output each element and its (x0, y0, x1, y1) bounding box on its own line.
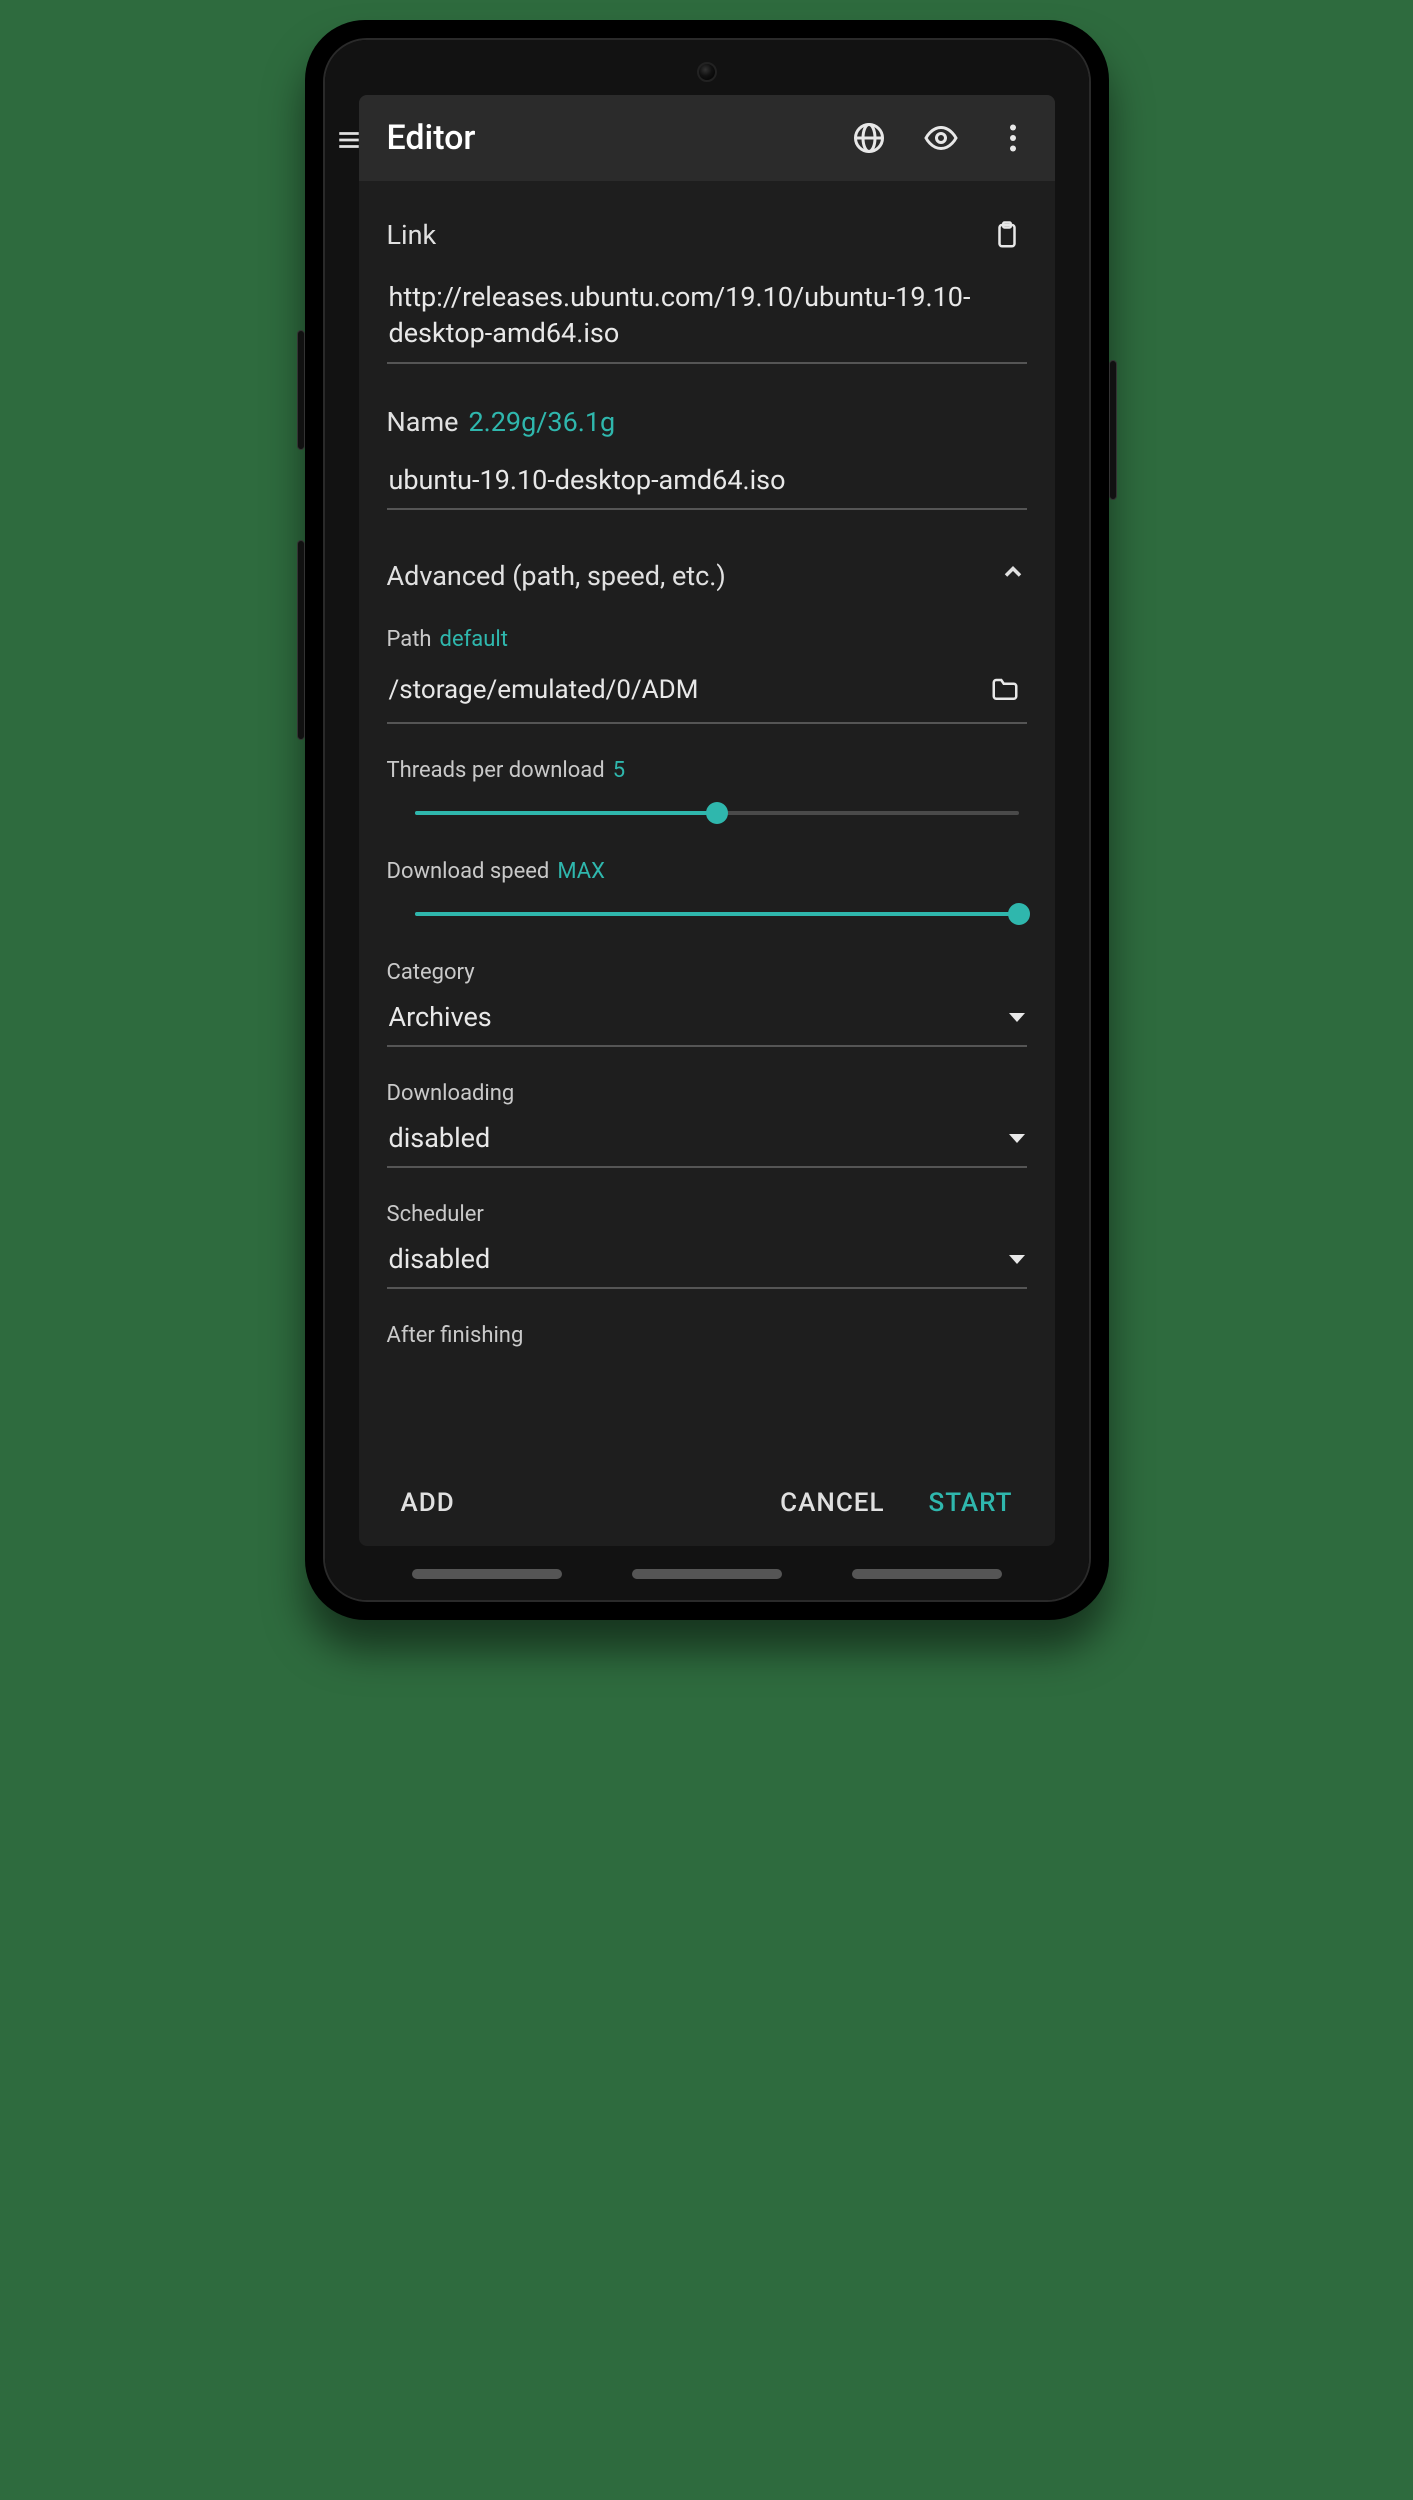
speed-slider[interactable] (415, 902, 1019, 926)
dialog-titlebar: Editor (359, 95, 1055, 181)
nav-back[interactable] (852, 1569, 1002, 1579)
speed-label-row: Download speed MAX (387, 859, 1027, 884)
name-label-row: Name 2.29g/36.1g (387, 406, 1027, 438)
path-input[interactable]: /storage/emulated/0/ADM (389, 675, 971, 705)
link-input[interactable]: http://releases.ubuntu.com/19.10/ubuntu-… (387, 275, 1027, 364)
caret-down-icon (1009, 1134, 1025, 1143)
hardware-button-bixby (297, 330, 305, 450)
start-button[interactable]: START (911, 1474, 1031, 1532)
dialog-title: Editor (387, 118, 829, 158)
category-label: Category (387, 960, 1027, 985)
hardware-button-volume (297, 540, 305, 740)
speed-value: MAX (557, 859, 605, 884)
downloading-dropdown[interactable]: disabled (387, 1114, 1027, 1168)
caret-down-icon (1009, 1013, 1025, 1022)
globe-icon[interactable] (837, 106, 901, 170)
link-label: Link (387, 219, 437, 251)
advanced-toggle[interactable]: Advanced (path, speed, etc.) (387, 558, 1027, 593)
cancel-button[interactable]: CANCEL (762, 1474, 902, 1532)
advanced-label: Advanced (path, speed, etc.) (387, 560, 726, 592)
link-label-row: Link (387, 215, 1027, 255)
threads-label: Threads per download (387, 758, 605, 783)
hardware-button-power (1109, 360, 1117, 500)
add-button[interactable]: ADD (383, 1474, 473, 1532)
folder-icon[interactable] (985, 670, 1025, 710)
path-hint: default (440, 627, 508, 652)
nav-recents[interactable] (412, 1569, 562, 1579)
android-nav-bar (325, 1556, 1089, 1592)
name-input[interactable]: ubuntu-19.10-desktop-amd64.iso (387, 458, 1027, 510)
scheduler-label: Scheduler (387, 1202, 1027, 1227)
threads-slider[interactable] (415, 801, 1019, 825)
threads-value: 5 (613, 758, 625, 783)
downloading-value: disabled (389, 1122, 491, 1154)
scheduler-dropdown[interactable]: disabled (387, 1235, 1027, 1289)
dialog-button-bar: ADD CANCEL START (359, 1460, 1055, 1546)
nav-home[interactable] (632, 1569, 782, 1579)
caret-down-icon (1009, 1255, 1025, 1264)
screen: Editor (325, 40, 1089, 1600)
path-label-row: Path default (387, 627, 1027, 652)
category-value: Archives (389, 1001, 492, 1033)
scheduler-value: disabled (389, 1243, 491, 1275)
after-finishing-label: After finishing (387, 1323, 1027, 1348)
clipboard-icon[interactable] (987, 215, 1027, 255)
eye-icon[interactable] (909, 106, 973, 170)
path-label: Path (387, 627, 432, 652)
downloading-label: Downloading (387, 1081, 1027, 1106)
threads-label-row: Threads per download 5 (387, 758, 1027, 783)
category-dropdown[interactable]: Archives (387, 993, 1027, 1047)
speed-label: Download speed (387, 859, 550, 884)
dialog-body: Link http://releases.ubuntu.com/19.10/ub… (359, 181, 1055, 1460)
front-camera (697, 62, 717, 82)
name-size-hint: 2.29g/36.1g (468, 406, 615, 438)
name-label: Name (387, 406, 459, 438)
editor-dialog: Editor (359, 95, 1055, 1546)
path-row: /storage/emulated/0/ADM (387, 662, 1027, 724)
phone-frame: Editor (305, 20, 1109, 1620)
more-vert-icon[interactable] (981, 106, 1045, 170)
chevron-up-icon (999, 558, 1027, 593)
phone-inner: Editor (323, 38, 1091, 1602)
